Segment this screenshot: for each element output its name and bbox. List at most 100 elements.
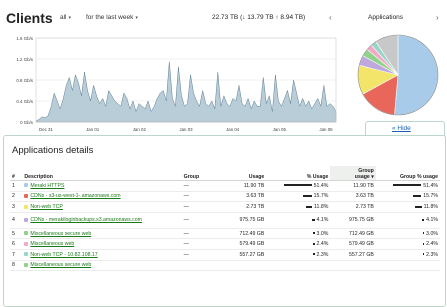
row-group-pct: 2.4% [375,238,440,250]
row-group: — [181,180,221,192]
row-pct-usage-value: 3.0% [316,230,329,237]
row-pct-usage [266,260,331,272]
usage-bar [305,205,313,208]
col-group[interactable]: Group [181,166,221,181]
row-group-usage: 3.63 TB [330,191,376,203]
row-index: 1 [10,180,23,192]
col-description[interactable]: Description [22,166,182,181]
row-group-pct: 11.8% [375,201,440,213]
row-pct-usage: 2.3% [266,249,331,261]
panel-title: Applications details [12,145,94,156]
applications-details-panel: Applications details # Description Group… [3,135,446,307]
row-usage: 712.49 GB [220,228,267,240]
application-link[interactable]: Non-web TCP - 10.82.108.17 [30,252,97,258]
usage-bar [312,232,315,235]
row-pct-usage: 51.4% [266,180,331,192]
row-group-pct-value: 15.7% [423,193,438,200]
usage-bar [303,195,312,198]
hide-link[interactable]: « Hide [392,125,411,132]
table-row[interactable]: 3 Non-web TCP —2.73 TB 11.8% 2.73 TB 11.8% [10,201,440,213]
applications-dropdown[interactable]: Applications [368,14,403,21]
x-tick-label: Jan 05 [273,127,287,132]
row-description: Non-web TCP [22,201,182,213]
group-usage-bar [421,218,425,221]
usage-bar [313,242,315,245]
table-row[interactable]: 7 Non-web TCP - 10.82.108.17—557.27 GB 2.3… [10,249,440,261]
row-group-pct-value: 2.4% [426,241,438,248]
group-usage-bar [412,195,422,198]
row-group-pct-value: 3.0% [426,230,438,237]
row-pct-usage: 11.8% [266,201,331,213]
row-usage: 975.75 GB [220,212,267,229]
col-index[interactable]: # [10,166,23,181]
color-swatch [24,194,29,199]
filter-label: all [60,14,67,21]
table-row[interactable]: 6 Miscellaneous web —579.49 GB 2.4% 579.49 G… [10,238,440,250]
application-link[interactable]: Miscellaneous secure web [30,262,91,268]
row-group-pct-value: 11.8% [423,203,438,210]
timeframe-dropdown[interactable]: for the last week ▾ [86,14,138,21]
applications-table: # Description Group Usage % Usage Group u… [10,166,440,272]
pie-slice[interactable] [394,34,439,116]
application-link[interactable]: Non-web TCP [30,204,62,210]
table-row[interactable]: 1 Meraki HTTPS —11.90 TB 51.4% 11.90 TB 51.4% [10,180,440,192]
row-index: 4 [10,212,23,229]
row-group-usage: 11.90 TB [330,180,376,192]
color-swatch [24,183,29,188]
table-row[interactable]: 2 CDNs - s3-us-west-1-.amazonaws.com — 3.63… [10,191,440,203]
application-link[interactable]: CDNs - s3-us-west-1-.amazonaws.com [30,193,120,199]
row-group-pct: 15.7% [375,191,440,203]
usage-totals: 22.73 TB (↓ 13.79 TB ↑ 8.94 TB) [212,14,306,21]
timeframe-label: for the last week [86,14,134,21]
group-usage-bar [422,242,425,245]
row-index: 2 [10,191,23,203]
row-group: — [181,201,221,213]
color-swatch [24,231,29,236]
row-description: Miscellaneous secure web [22,260,182,272]
previous-arrow-icon[interactable]: ‹ [329,13,332,22]
header-bar: Clients all ▾ for the last week ▾ 22.73 TB… [0,0,447,32]
applications-pie-chart [354,31,442,119]
usage-bar [283,184,312,187]
filter-dropdown[interactable]: all ▾ [60,14,71,21]
row-pct-usage-value: 2.4% [316,241,329,248]
row-usage: 2.73 TB [220,201,267,213]
y-tick-label: 0.8 Gb/s [16,78,33,83]
application-link[interactable]: CDNs - merakiloginbackups.s3.amazonaws.c… [30,217,142,223]
row-group: — [181,249,221,261]
row-group: — [181,191,221,203]
table-header-row: # Description Group Usage % Usage Group u… [10,166,440,181]
row-group: — [181,212,221,229]
next-arrow-icon[interactable]: › [436,13,439,22]
row-group [181,260,221,272]
col-group-usage[interactable]: Group usage ▾ [330,166,376,181]
usage-chart: 1.6 Gb/s 1.2 Gb/s 0.8 Gb/s 0.4 Gb/s 0 Gb/s De… [4,32,344,140]
application-link[interactable]: Meraki HTTPS [30,183,64,189]
row-pct-usage: 3.0% [266,228,331,240]
application-link[interactable]: Miscellaneous secure web [30,231,91,237]
col-group-pct[interactable]: Group % usage [375,166,440,181]
col-usage[interactable]: Usage [220,166,267,181]
row-usage: 579.49 GB [220,238,267,250]
row-group: — [181,238,221,250]
application-link[interactable]: Miscellaneous web [30,241,74,247]
table-row[interactable]: 5 Miscellaneous secure web —712.49 GB 3.0% 7… [10,228,440,240]
row-description: Non-web TCP - 10.82.108.17 [22,249,182,261]
chevron-down-icon: ▾ [68,15,72,21]
row-group-pct-value: 2.3% [426,251,438,258]
table-row[interactable]: 4 CDNs - merakiloginbackups.s3.amazonaws.… [10,212,440,229]
row-description: Miscellaneous web [22,238,182,250]
row-index: 6 [10,238,23,250]
col-group-usage-line2: usage ▾ [354,174,374,180]
color-swatch [24,252,29,257]
group-usage-bar [422,232,425,235]
x-tick-label: Jan 02 [133,127,147,132]
color-swatch [24,241,29,246]
col-pct-usage[interactable]: % Usage [266,166,331,181]
table-row[interactable]: 8 Miscellaneous secure web [10,260,440,272]
row-index: 3 [10,201,23,213]
row-description: CDNs - s3-us-west-1-.amazonaws.com [22,191,182,203]
x-tick-label: Jan 06 [319,127,333,132]
row-index: 7 [10,249,23,261]
group-usage-bar [393,184,422,187]
